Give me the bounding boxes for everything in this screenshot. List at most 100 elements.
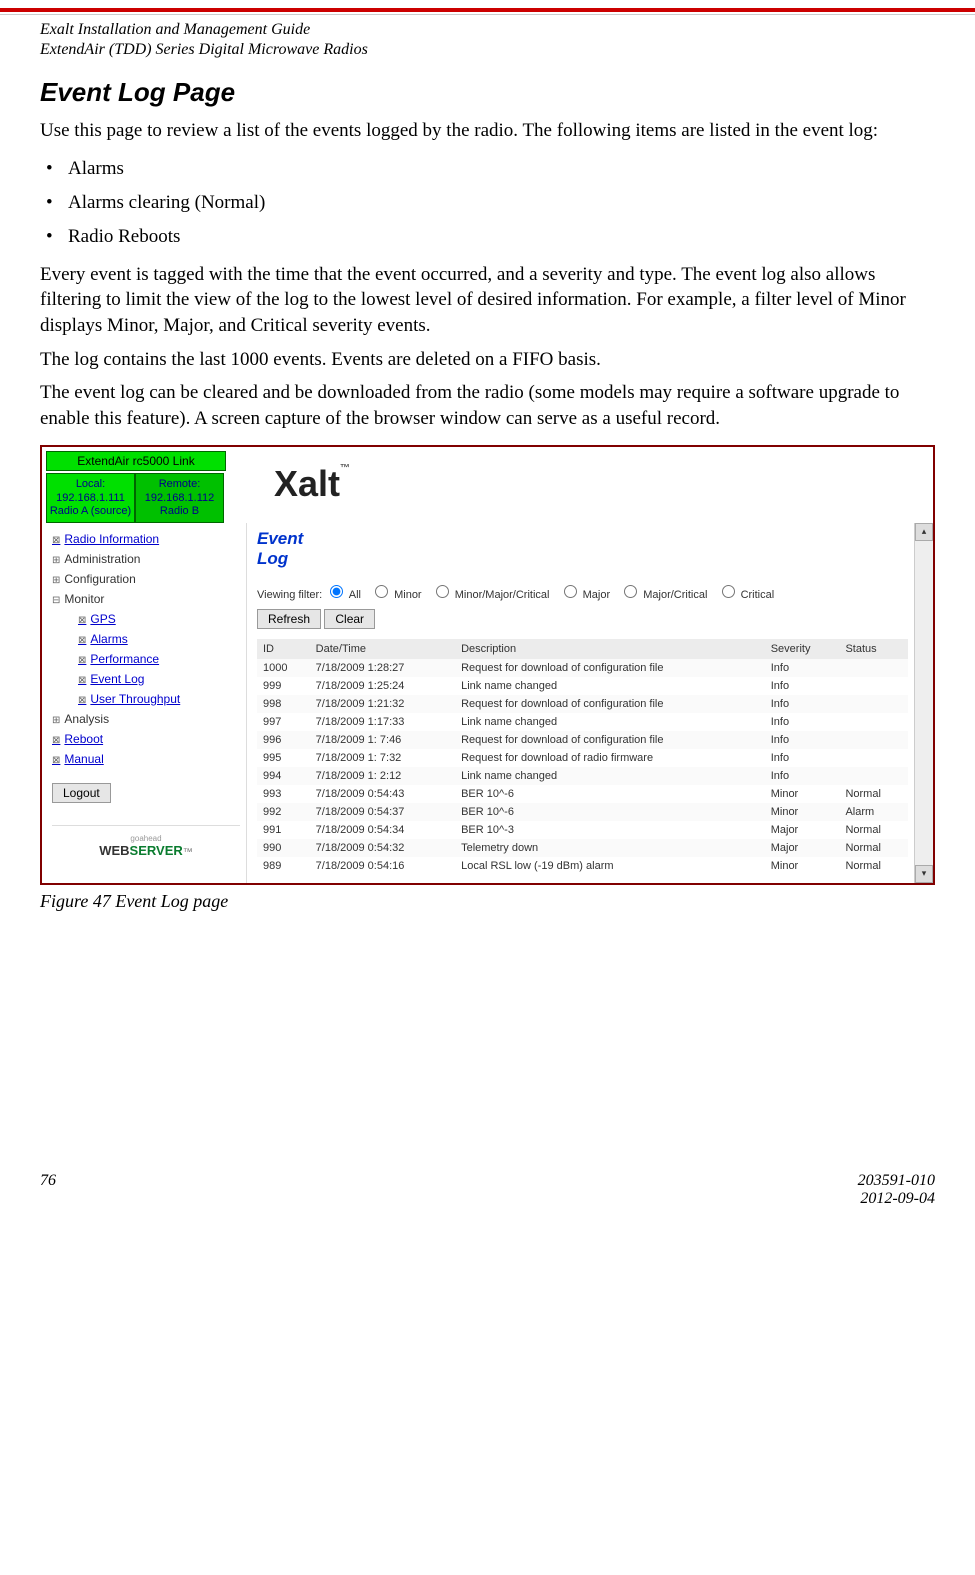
- nav-manual[interactable]: Manual: [52, 749, 240, 769]
- nav-monitor[interactable]: Monitor: [52, 589, 240, 609]
- figure-caption: Figure 47 Event Log page: [40, 891, 935, 912]
- col-description: Description: [455, 639, 765, 659]
- link-name-banner: ExtendAir rc5000 Link: [46, 451, 226, 471]
- cell-status: [839, 749, 908, 767]
- bullet-item: Alarms: [40, 152, 935, 186]
- nav-radio-information[interactable]: Radio Information: [52, 529, 240, 549]
- cell-sev: Info: [765, 695, 840, 713]
- cell-id: 994: [257, 767, 310, 785]
- cell-dt: 7/18/2009 0:54:43: [310, 785, 455, 803]
- cell-status: Alarm: [839, 803, 908, 821]
- cell-status: [839, 677, 908, 695]
- clear-button[interactable]: Clear: [324, 609, 375, 629]
- nav-performance[interactable]: Performance: [78, 649, 240, 669]
- filter-radio-major[interactable]: [564, 585, 577, 598]
- refresh-button[interactable]: Refresh: [257, 609, 321, 629]
- cell-desc: Request for download of radio firmware: [455, 749, 765, 767]
- remote-radio-tab[interactable]: Remote: 192.168.1.112 Radio B: [135, 473, 224, 523]
- cell-id: 992: [257, 803, 310, 821]
- cell-desc: Request for download of configuration fi…: [455, 731, 765, 749]
- cell-sev: Info: [765, 731, 840, 749]
- webserver-badge: goahead WEBSERVER™: [52, 825, 240, 858]
- paragraph: Every event is tagged with the time that…: [40, 262, 935, 339]
- table-row: 9927/18/2009 0:54:37BER 10^-6MinorAlarm: [257, 803, 908, 821]
- cell-desc: Link name changed: [455, 767, 765, 785]
- cell-status: [839, 731, 908, 749]
- cell-id: 996: [257, 731, 310, 749]
- scroll-up-icon[interactable]: ▴: [915, 523, 933, 541]
- cell-status: [839, 659, 908, 677]
- cell-status: [839, 713, 908, 731]
- content-title: Event Log: [257, 529, 908, 570]
- table-row: 9947/18/2009 1: 2:12Link name changedInf…: [257, 767, 908, 785]
- cell-dt: 7/18/2009 1:17:33: [310, 713, 455, 731]
- page-footer: 76 203591-010 2012-09-04: [40, 1172, 935, 1218]
- cell-dt: 7/18/2009 0:54:37: [310, 803, 455, 821]
- main-content: Event Log Viewing filter: All Minor Mino…: [247, 523, 914, 883]
- nav-administration[interactable]: Administration: [52, 549, 240, 569]
- header-line2: ExtendAir (TDD) Series Digital Microwave…: [40, 41, 935, 59]
- cell-sev: Info: [765, 767, 840, 785]
- filter-radio-mc[interactable]: [624, 585, 637, 598]
- table-row: 9917/18/2009 0:54:34BER 10^-3MajorNormal: [257, 821, 908, 839]
- cell-status: Normal: [839, 785, 908, 803]
- logout-button[interactable]: Logout: [52, 783, 111, 803]
- bullet-list: Alarms Alarms clearing (Normal) Radio Re…: [40, 152, 935, 254]
- cell-id: 998: [257, 695, 310, 713]
- filter-radio-critical[interactable]: [722, 585, 735, 598]
- event-log-table: ID Date/Time Description Severity Status…: [257, 639, 908, 875]
- filter-major[interactable]: Major: [559, 589, 611, 601]
- cell-desc: Telemetry down: [455, 839, 765, 857]
- scroll-down-icon[interactable]: ▾: [915, 865, 933, 883]
- filter-major-critical[interactable]: Major/Critical: [619, 589, 707, 601]
- cell-desc: Local RSL low (-19 dBm) alarm: [455, 857, 765, 875]
- nav-event-log[interactable]: Event Log: [78, 669, 240, 689]
- cell-status: Normal: [839, 839, 908, 857]
- filter-critical[interactable]: Critical: [717, 589, 775, 601]
- cell-desc: BER 10^-3: [455, 821, 765, 839]
- table-row: 9967/18/2009 1: 7:46Request for download…: [257, 731, 908, 749]
- cell-id: 997: [257, 713, 310, 731]
- nav-gps[interactable]: GPS: [78, 609, 240, 629]
- filter-radio-all[interactable]: [330, 585, 343, 598]
- filter-all[interactable]: All: [325, 589, 361, 601]
- page-title: Event Log Page: [40, 77, 935, 108]
- intro-paragraph: Use this page to review a list of the ev…: [40, 118, 935, 144]
- col-id: ID: [257, 639, 310, 659]
- cell-sev: Minor: [765, 803, 840, 821]
- cell-status: Normal: [839, 857, 908, 875]
- table-row: 9907/18/2009 0:54:32Telemetry downMajorN…: [257, 839, 908, 857]
- cell-status: [839, 695, 908, 713]
- filter-minor-major-critical[interactable]: Minor/Major/Critical: [431, 589, 550, 601]
- scrollbar[interactable]: ▴ ▾: [914, 523, 933, 883]
- cell-dt: 7/18/2009 0:54:32: [310, 839, 455, 857]
- table-row: 9957/18/2009 1: 7:32Request for download…: [257, 749, 908, 767]
- brand-logo: Xalt™: [248, 463, 933, 505]
- local-radio-tab[interactable]: Local: 192.168.1.111 Radio A (source): [46, 473, 135, 523]
- nav-user-throughput[interactable]: User Throughput: [78, 689, 240, 709]
- col-status: Status: [839, 639, 908, 659]
- cell-dt: 7/18/2009 1:28:27: [310, 659, 455, 677]
- doc-header: Exalt Installation and Management Guide …: [40, 21, 935, 59]
- cell-dt: 7/18/2009 1:21:32: [310, 695, 455, 713]
- filter-row: Viewing filter: All Minor Minor/Major/Cr…: [257, 582, 908, 601]
- nav-alarms[interactable]: Alarms: [78, 629, 240, 649]
- nav-reboot[interactable]: Reboot: [52, 729, 240, 749]
- cell-dt: 7/18/2009 1: 7:32: [310, 749, 455, 767]
- nav-analysis[interactable]: Analysis: [52, 709, 240, 729]
- filter-radio-mmc[interactable]: [436, 585, 449, 598]
- doc-date: 2012-09-04: [860, 1190, 935, 1207]
- event-log-screenshot: ExtendAir rc5000 Link Local: 192.168.1.1…: [40, 445, 935, 884]
- cell-desc: BER 10^-6: [455, 785, 765, 803]
- filter-minor[interactable]: Minor: [370, 589, 422, 601]
- table-row: 9997/18/2009 1:25:24Link name changedInf…: [257, 677, 908, 695]
- sidebar-nav: Radio Information Administration Configu…: [42, 523, 247, 883]
- col-severity: Severity: [765, 639, 840, 659]
- nav-configuration[interactable]: Configuration: [52, 569, 240, 589]
- bullet-item: Radio Reboots: [40, 220, 935, 254]
- cell-sev: Major: [765, 821, 840, 839]
- cell-desc: Request for download of configuration fi…: [455, 695, 765, 713]
- bullet-item: Alarms clearing (Normal): [40, 186, 935, 220]
- filter-radio-minor[interactable]: [375, 585, 388, 598]
- cell-dt: 7/18/2009 0:54:16: [310, 857, 455, 875]
